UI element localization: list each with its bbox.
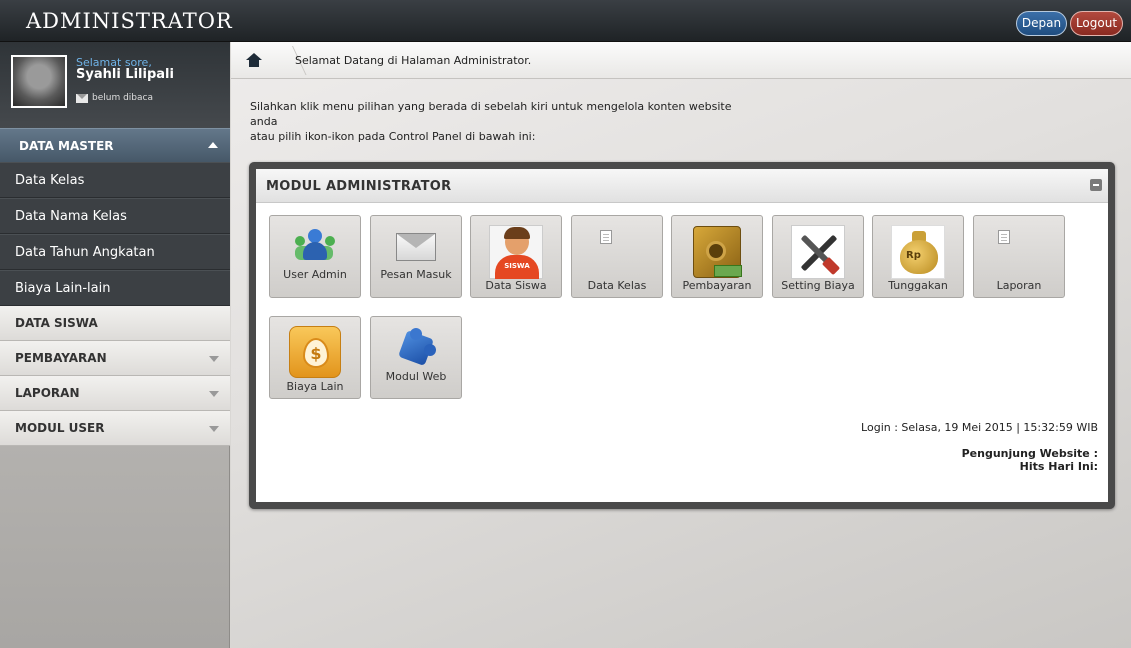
panel-body: MODUL ADMINISTRATOR User Admin Pesan Mas…: [256, 169, 1108, 502]
tile-user-admin[interactable]: User Admin: [269, 215, 361, 298]
tile-setting-biaya[interactable]: Setting Biaya: [772, 215, 864, 298]
chevron-down-icon: [209, 391, 219, 397]
user-profile: Selamat sore, Syahli Lilipali belum diba…: [0, 42, 230, 128]
tile-label: Laporan: [996, 279, 1042, 292]
minimize-icon[interactable]: [1090, 179, 1102, 191]
sidebar-item-label: MODUL USER: [15, 421, 105, 435]
tile-laporan[interactable]: Laporan: [973, 215, 1065, 298]
intro-line-1: Silahkan klik menu pilihan yang berada d…: [250, 100, 732, 128]
home-icon[interactable]: [246, 53, 262, 67]
rp-badge: Rp: [906, 250, 921, 261]
sidebar-item-label: LAPORAN: [15, 386, 80, 400]
tools-icon: [791, 225, 845, 279]
sidebar-item-data-nama-kelas[interactable]: Data Nama Kelas: [0, 198, 230, 234]
sidebar-item-laporan[interactable]: LAPORAN: [0, 376, 230, 411]
panel-header: MODUL ADMINISTRATOR: [256, 169, 1108, 203]
avatar-photo: [13, 57, 65, 106]
tile-label: Data Kelas: [587, 279, 647, 292]
tile-label: Pesan Masuk: [380, 268, 452, 281]
tile-label: Modul Web: [385, 370, 447, 383]
intro-line-2: atau pilih ikon-ikon pada Control Panel …: [250, 130, 536, 143]
student-icon: SISWA: [489, 225, 543, 279]
sidebar-item-label: DATA SISWA: [15, 316, 98, 330]
siswa-badge: SISWA: [495, 255, 539, 279]
tile-tunggakan[interactable]: Rp Tunggakan: [872, 215, 964, 298]
tile-label: Pembayaran: [682, 279, 752, 292]
sidebar: Selamat sore, Syahli Lilipali belum diba…: [0, 42, 230, 648]
panel-title: MODUL ADMINISTRATOR: [266, 179, 452, 194]
intro-text: Silahkan klik menu pilihan yang berada d…: [250, 99, 750, 144]
sidebar-section-label: DATA MASTER: [19, 139, 114, 153]
dollar-badge: $: [303, 338, 329, 368]
tile-label: Setting Biaya: [781, 279, 855, 292]
sidebar-section-data-master[interactable]: DATA MASTER: [0, 128, 230, 162]
depan-button[interactable]: Depan: [1016, 11, 1067, 36]
message-status-text: belum dibaca: [92, 93, 153, 103]
tile-data-siswa[interactable]: SISWA Data Siswa: [470, 215, 562, 298]
chevron-down-icon: [209, 426, 219, 432]
tile-label: Tunggakan: [888, 279, 948, 292]
main-content: Selamat Datang di Halaman Administrator.…: [231, 42, 1131, 648]
logout-button[interactable]: Logout: [1070, 11, 1123, 36]
tile-label: User Admin: [283, 268, 347, 281]
sidebar-item-label: PEMBAYARAN: [15, 351, 107, 365]
tile-pembayaran[interactable]: Pembayaran: [671, 215, 763, 298]
tile-label: Biaya Lain: [286, 380, 344, 393]
chevron-down-icon: [209, 356, 219, 362]
sidebar-item-data-tahun-angkatan[interactable]: Data Tahun Angkatan: [0, 234, 230, 270]
sidebar-item-biaya-lain-lain[interactable]: Biaya Lain-lain: [0, 270, 230, 306]
app-title: ADMINISTRATOR: [26, 9, 233, 33]
envelope-icon: [76, 93, 88, 103]
hits-today-label: Hits Hari Ini:: [1019, 460, 1098, 473]
broken-image-icon: [600, 230, 612, 244]
dollar-drop-icon: $: [289, 326, 341, 378]
tile-modul-web[interactable]: Modul Web: [370, 316, 462, 399]
tile-pesan-masuk[interactable]: Pesan Masuk: [370, 215, 462, 298]
broken-image-icon: [998, 230, 1010, 244]
safe-icon: [693, 226, 742, 278]
money-bag-icon: Rp: [891, 225, 945, 279]
top-header: ADMINISTRATOR Depan Logout: [0, 0, 1131, 42]
avatar: [11, 55, 67, 108]
sidebar-item-modul-user[interactable]: MODUL USER: [0, 411, 230, 446]
user-name: Syahli Lilipali: [76, 67, 174, 82]
tile-data-kelas[interactable]: Data Kelas: [571, 215, 663, 298]
visitor-count-label: Pengunjung Website :: [961, 447, 1098, 460]
sidebar-item-pembayaran[interactable]: PEMBAYARAN: [0, 341, 230, 376]
tile-biaya-lain[interactable]: $ Biaya Lain: [269, 316, 361, 399]
message-status-link[interactable]: belum dibaca: [76, 93, 153, 103]
breadcrumb: Selamat Datang di Halaman Administrator.: [231, 42, 1131, 79]
tile-label: Data Siswa: [485, 279, 547, 292]
users-icon: [295, 229, 335, 263]
envelope-icon: [396, 233, 436, 261]
chevron-up-icon: [208, 142, 218, 148]
breadcrumb-text: Selamat Datang di Halaman Administrator.: [295, 54, 532, 67]
sidebar-item-data-kelas[interactable]: Data Kelas: [0, 162, 230, 198]
sidebar-item-data-siswa[interactable]: DATA SISWA: [0, 306, 230, 341]
login-info: Login : Selasa, 19 Mei 2015 | 15:32:59 W…: [861, 421, 1098, 434]
puzzle-icon: [396, 328, 436, 368]
admin-module-panel: MODUL ADMINISTRATOR User Admin Pesan Mas…: [249, 162, 1115, 509]
